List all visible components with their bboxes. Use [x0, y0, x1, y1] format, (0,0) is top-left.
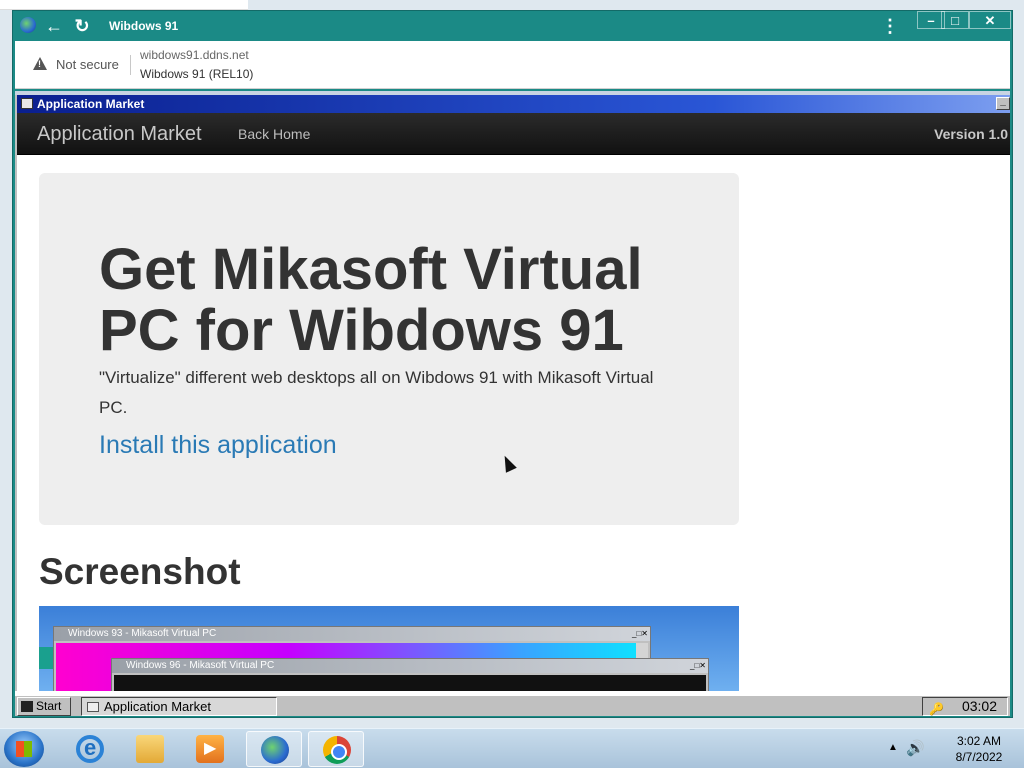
back-icon[interactable]: ← [43, 15, 65, 37]
windows-explorer-pin[interactable] [122, 731, 178, 767]
show-hidden-icons-icon[interactable]: ▲ [888, 742, 898, 753]
url-text[interactable]: wibdows91.ddns.net [140, 48, 249, 62]
window-title: Wibdows 91 [109, 19, 179, 33]
screenshot-desktop-edge [39, 647, 53, 669]
windows-start-button[interactable] [4, 731, 44, 767]
chrome-icon [323, 736, 351, 764]
app-title: Application Market [37, 97, 145, 111]
clock-date[interactable]: 8/7/2022 [944, 750, 1014, 764]
page-viewport: Application Market _ Application Market … [15, 91, 1010, 716]
divider [130, 55, 131, 75]
windows-logo-icon [16, 741, 32, 757]
chrome-window: ← ↻ Wibdows 91 ⋮ – □ ✕ Not secure wibdow… [12, 10, 1013, 718]
version-label: Version 1.0 [934, 126, 1008, 142]
wibdows-globe-icon [20, 17, 36, 33]
media-player-icon [196, 735, 224, 763]
hero-panel: Get Mikasoft Virtual PC for Wibdows 91 "… [39, 173, 739, 525]
maximize-button[interactable]: □ [941, 11, 969, 29]
navbar: Application Market Back Home Version 1.0 [17, 113, 1010, 155]
internet-explorer-pin[interactable] [62, 731, 118, 767]
wibdows-globe-pin[interactable] [246, 731, 302, 767]
close-button[interactable]: ✕ [969, 11, 1011, 29]
key-icon: 🔑 [929, 702, 944, 716]
menu-icon[interactable]: ⋮ [881, 17, 899, 37]
folder-icon [136, 735, 164, 763]
security-label[interactable]: Not secure [56, 57, 119, 72]
internet-explorer-icon [76, 735, 104, 763]
wibdows-start-button[interactable]: Start [17, 697, 71, 716]
screenshot-window-2-buttons: _□✕ [690, 661, 706, 670]
reload-icon[interactable]: ↻ [71, 15, 93, 37]
taskbar-item-label: Application Market [104, 699, 211, 714]
clock-time[interactable]: 3:02 AM [944, 734, 1014, 748]
page-title: Wibdows 91 (REL10) [140, 67, 254, 81]
app-minimize-button[interactable]: _ [996, 97, 1010, 110]
hero-description: "Virtualize" different web desktops all … [99, 368, 654, 417]
start-label: Start [36, 699, 62, 713]
wibdows-taskbar: Start Application Market 🔑 03:02 [15, 695, 1010, 716]
volume-icon[interactable]: 🔊 [906, 739, 925, 757]
background-strip [0, 0, 248, 10]
window-icon [21, 98, 33, 109]
app-titlebar[interactable]: Application Market _ [17, 95, 1010, 113]
navbar-brand[interactable]: Application Market [37, 123, 202, 146]
wibdows-clock: 03:02 [961, 698, 997, 714]
wibdows-tray: 🔑 03:02 [922, 697, 1008, 716]
application-market-window: Application Market _ Application Market … [15, 95, 1010, 691]
screenshot-window-2-body [114, 675, 706, 691]
address-bar[interactable]: Not secure wibdows91.ddns.net Wibdows 91… [15, 41, 1010, 89]
screenshot-window-1-title: Windows 93 - Mikasoft Virtual PC [54, 627, 650, 641]
hero-heading: Get Mikasoft Virtual PC for Wibdows 91 [99, 237, 643, 363]
screenshot-heading: Screenshot [39, 551, 241, 592]
install-link[interactable]: Install this application [99, 431, 337, 460]
system-tray: ▲ 🔊 3:02 AM 8/7/2022 [884, 729, 1024, 768]
screenshot-image: Windows 93 - Mikasoft Virtual PC _□✕ Win… [39, 606, 739, 691]
screenshot-window-2: Windows 96 - Mikasoft Virtual PC _□✕ [111, 658, 709, 691]
back-home-link[interactable]: Back Home [238, 126, 310, 142]
screenshot-window-1-buttons: _□✕ [632, 629, 648, 638]
media-player-pin[interactable] [182, 731, 238, 767]
start-icon [21, 701, 33, 712]
globe-icon [261, 736, 289, 764]
warning-icon [33, 57, 47, 70]
chrome-titlebar: ← ↻ Wibdows 91 ⋮ – □ ✕ [13, 11, 1012, 41]
chrome-pin[interactable] [308, 731, 364, 767]
taskbar-item-application-market[interactable]: Application Market [81, 697, 277, 716]
screenshot-window-2-title: Windows 96 - Mikasoft Virtual PC [112, 659, 708, 673]
windows-taskbar: ▲ 🔊 3:02 AM 8/7/2022 [0, 728, 1024, 768]
window-icon [87, 702, 99, 712]
